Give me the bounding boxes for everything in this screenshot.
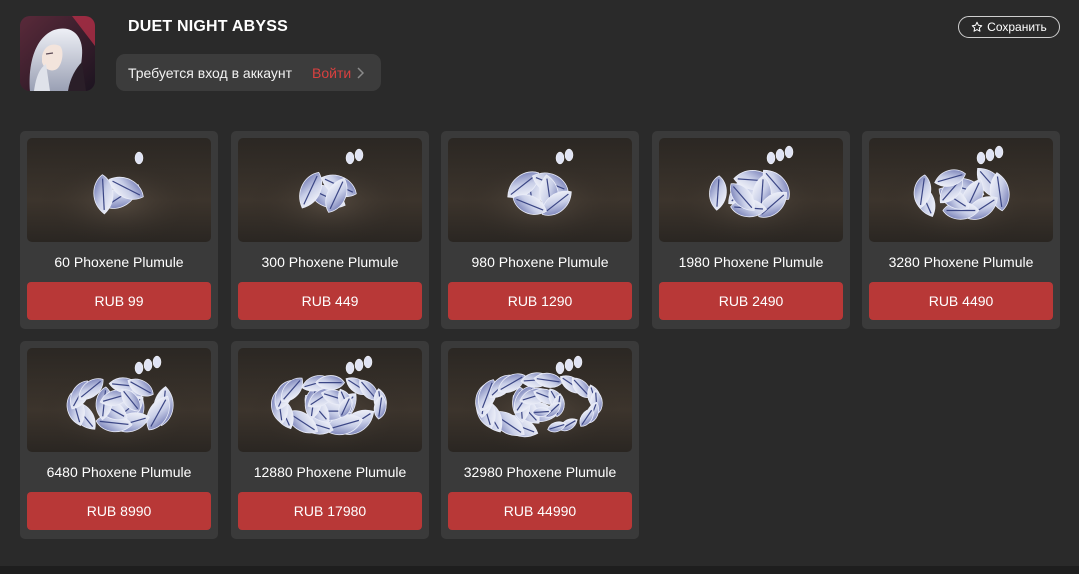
product-card[interactable]: 1980 Phoxene Plumule RUB 2490 <box>652 131 850 329</box>
product-card[interactable]: 3280 Phoxene Plumule RUB 4490 <box>862 131 1060 329</box>
chevron-right-icon <box>356 66 365 79</box>
product-image <box>238 138 422 242</box>
price-button[interactable]: RUB 8990 <box>27 492 211 530</box>
product-card[interactable]: 6480 Phoxene Plumule RUB 8990 <box>20 341 218 539</box>
product-name: 3280 Phoxene Plumule <box>888 254 1034 270</box>
game-avatar <box>20 16 95 91</box>
price-button[interactable]: RUB 44990 <box>448 492 632 530</box>
product-name: 12880 Phoxene Plumule <box>253 464 407 480</box>
login-required-text: Требуется вход в аккаунт <box>128 64 293 81</box>
login-link[interactable]: Войти <box>312 64 365 81</box>
save-button-label: Сохранить <box>987 20 1047 34</box>
product-name: 980 Phoxene Plumule <box>471 254 609 270</box>
product-image <box>238 348 422 452</box>
price-button[interactable]: RUB 1290 <box>448 282 632 320</box>
price-button[interactable]: RUB 2490 <box>659 282 843 320</box>
login-link-label: Войти <box>312 64 352 81</box>
product-image <box>869 138 1053 242</box>
product-name: 32980 Phoxene Plumule <box>463 464 617 480</box>
product-image <box>448 138 632 242</box>
price-button[interactable]: RUB 4490 <box>869 282 1053 320</box>
price-button[interactable]: RUB 99 <box>27 282 211 320</box>
product-card[interactable]: 60 Phoxene Plumule RUB 99 <box>20 131 218 329</box>
star-outline-icon <box>971 21 983 33</box>
product-name: 6480 Phoxene Plumule <box>46 464 192 480</box>
product-image <box>448 348 632 452</box>
product-card[interactable]: 12880 Phoxene Plumule RUB 17980 <box>231 341 429 539</box>
product-name: 1980 Phoxene Plumule <box>678 254 824 270</box>
store-panel: DUET NIGHT ABYSS Требуется вход в аккаун… <box>0 0 1079 566</box>
product-image <box>27 348 211 452</box>
product-image <box>659 138 843 242</box>
product-card[interactable]: 32980 Phoxene Plumule RUB 44990 <box>441 341 639 539</box>
price-button[interactable]: RUB 449 <box>238 282 422 320</box>
product-image <box>27 138 211 242</box>
product-name: 60 Phoxene Plumule <box>54 254 184 270</box>
save-button[interactable]: Сохранить <box>958 16 1060 38</box>
login-banner: Требуется вход в аккаунт Войти <box>116 54 381 91</box>
product-card[interactable]: 980 Phoxene Plumule RUB 1290 <box>441 131 639 329</box>
product-name: 300 Phoxene Plumule <box>261 254 399 270</box>
game-title: DUET NIGHT ABYSS <box>128 18 288 35</box>
price-button[interactable]: RUB 17980 <box>238 492 422 530</box>
product-card[interactable]: 300 Phoxene Plumule RUB 449 <box>231 131 429 329</box>
